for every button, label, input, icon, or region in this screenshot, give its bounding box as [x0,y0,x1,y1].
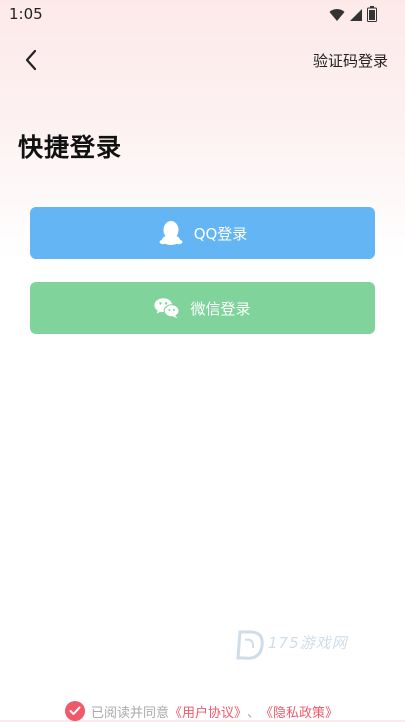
sms-login-link[interactable]: 验证码登录 [313,50,388,71]
agreement-row: 已阅读并同意 《用户协议》 、 《隐私政策》 [65,700,338,722]
agree-checkbox[interactable] [65,701,85,721]
check-icon [69,706,81,715]
user-agreement-link[interactable]: 《用户协议》 [169,702,247,721]
wechat-login-button[interactable]: 微信登录 [30,282,375,334]
nav-bar: 验证码登录 [0,40,405,80]
back-button[interactable] [18,47,44,73]
agreement-prefix: 已阅读并同意 [91,705,170,721]
wifi-icon [329,7,345,26]
wechat-login-label: 微信登录 [190,299,251,318]
wechat-icon [154,295,181,321]
battery-icon [367,6,377,26]
privacy-policy-link[interactable]: 《隐私政策》 [260,702,338,721]
page-title: 快捷登录 [18,133,123,162]
chevron-left-icon [25,49,37,71]
status-icons [329,6,377,26]
agreement-separator: 、 [247,705,261,721]
qq-login-button[interactable]: QQ登录 [30,207,375,259]
signal-icon [349,7,363,26]
qq-icon [158,220,184,246]
status-bar: 1:05 [0,0,405,30]
watermark-logo-icon [236,630,264,660]
watermark-text: 175游戏网 [268,634,348,652]
status-time: 1:05 [9,5,43,23]
watermark: 175游戏网 [236,628,366,664]
qq-login-label: QQ登录 [193,224,248,243]
